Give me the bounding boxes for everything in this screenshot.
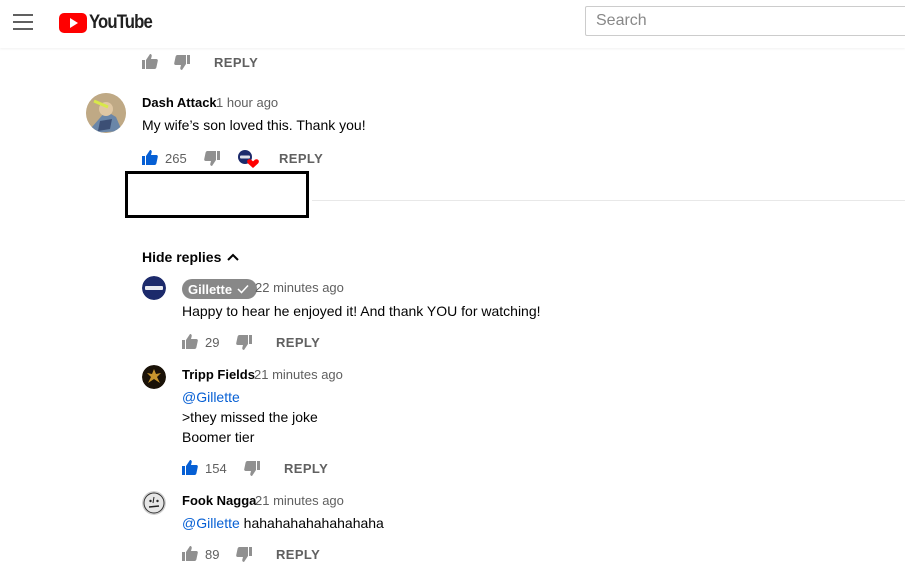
reply-author[interactable]: Tripp Fields	[182, 367, 255, 382]
reply-text: @Gillette hahahahahahahahaha	[182, 513, 384, 533]
reply-text: Happy to hear he enjoyed it! And thank Y…	[182, 303, 541, 319]
search-box[interactable]	[585, 6, 905, 36]
reply-mention[interactable]: @Gillette	[182, 515, 240, 531]
like-icon[interactable]	[182, 334, 198, 349]
menu-icon[interactable]	[13, 14, 33, 30]
reply-time[interactable]: 21 minutes ago	[254, 367, 343, 382]
logo-text: YouTube	[89, 12, 153, 33]
reply-mention[interactable]: @Gillette	[182, 387, 240, 407]
like-count: 265	[165, 151, 187, 166]
owner-badge[interactable]: Gillette	[182, 279, 258, 299]
like-icon[interactable]	[142, 150, 158, 165]
dislike-icon[interactable]	[236, 547, 252, 562]
comment-time[interactable]: 1 hour ago	[216, 95, 278, 110]
like-count: 29	[205, 335, 220, 350]
hide-replies-button[interactable]: Hide replies	[142, 249, 240, 265]
chevron-up-icon	[227, 253, 240, 261]
avatar[interactable]	[142, 365, 166, 389]
redaction-box	[125, 171, 309, 218]
reply-author[interactable]: Fook Nagga	[182, 493, 256, 508]
youtube-logo[interactable]: YouTube	[59, 12, 160, 34]
like-icon[interactable]	[142, 54, 158, 69]
reply-text-line: Boomer tier	[182, 429, 255, 445]
divider	[312, 200, 905, 201]
avatar[interactable]	[142, 491, 166, 515]
like-icon[interactable]	[182, 546, 198, 561]
reply-time[interactable]: 22 minutes ago	[255, 280, 344, 295]
dislike-icon[interactable]	[244, 461, 260, 476]
like-icon[interactable]	[182, 460, 198, 475]
masthead: YouTube	[0, 0, 905, 48]
reply-button[interactable]: REPLY	[214, 55, 258, 70]
reply-button[interactable]: REPLY	[279, 151, 323, 166]
youtube-play-icon	[59, 13, 87, 33]
reply-button[interactable]: REPLY	[276, 547, 320, 562]
reply-text-body: hahahahahahahahaha	[239, 515, 384, 531]
like-count: 154	[205, 461, 227, 476]
dislike-icon[interactable]	[236, 335, 252, 350]
reply-author: Gillette	[188, 281, 233, 297]
reply-button[interactable]: REPLY	[284, 461, 328, 476]
reply-time[interactable]: 21 minutes ago	[255, 493, 344, 508]
avatar[interactable]	[142, 276, 166, 300]
reply-text-line: >they missed the joke	[182, 409, 318, 425]
comment-text: My wife’s son loved this. Thank you!	[142, 117, 366, 133]
like-count: 89	[205, 547, 220, 562]
hide-replies-label: Hide replies	[142, 249, 222, 265]
reply-button[interactable]: REPLY	[276, 335, 320, 350]
verified-check-icon	[237, 284, 249, 294]
dislike-icon[interactable]	[204, 151, 220, 166]
dislike-icon[interactable]	[174, 55, 190, 70]
search-input[interactable]	[586, 7, 905, 35]
avatar[interactable]	[86, 93, 126, 133]
comment-author[interactable]: Dash Attack	[142, 95, 217, 110]
creator-heart-icon	[237, 149, 259, 169]
